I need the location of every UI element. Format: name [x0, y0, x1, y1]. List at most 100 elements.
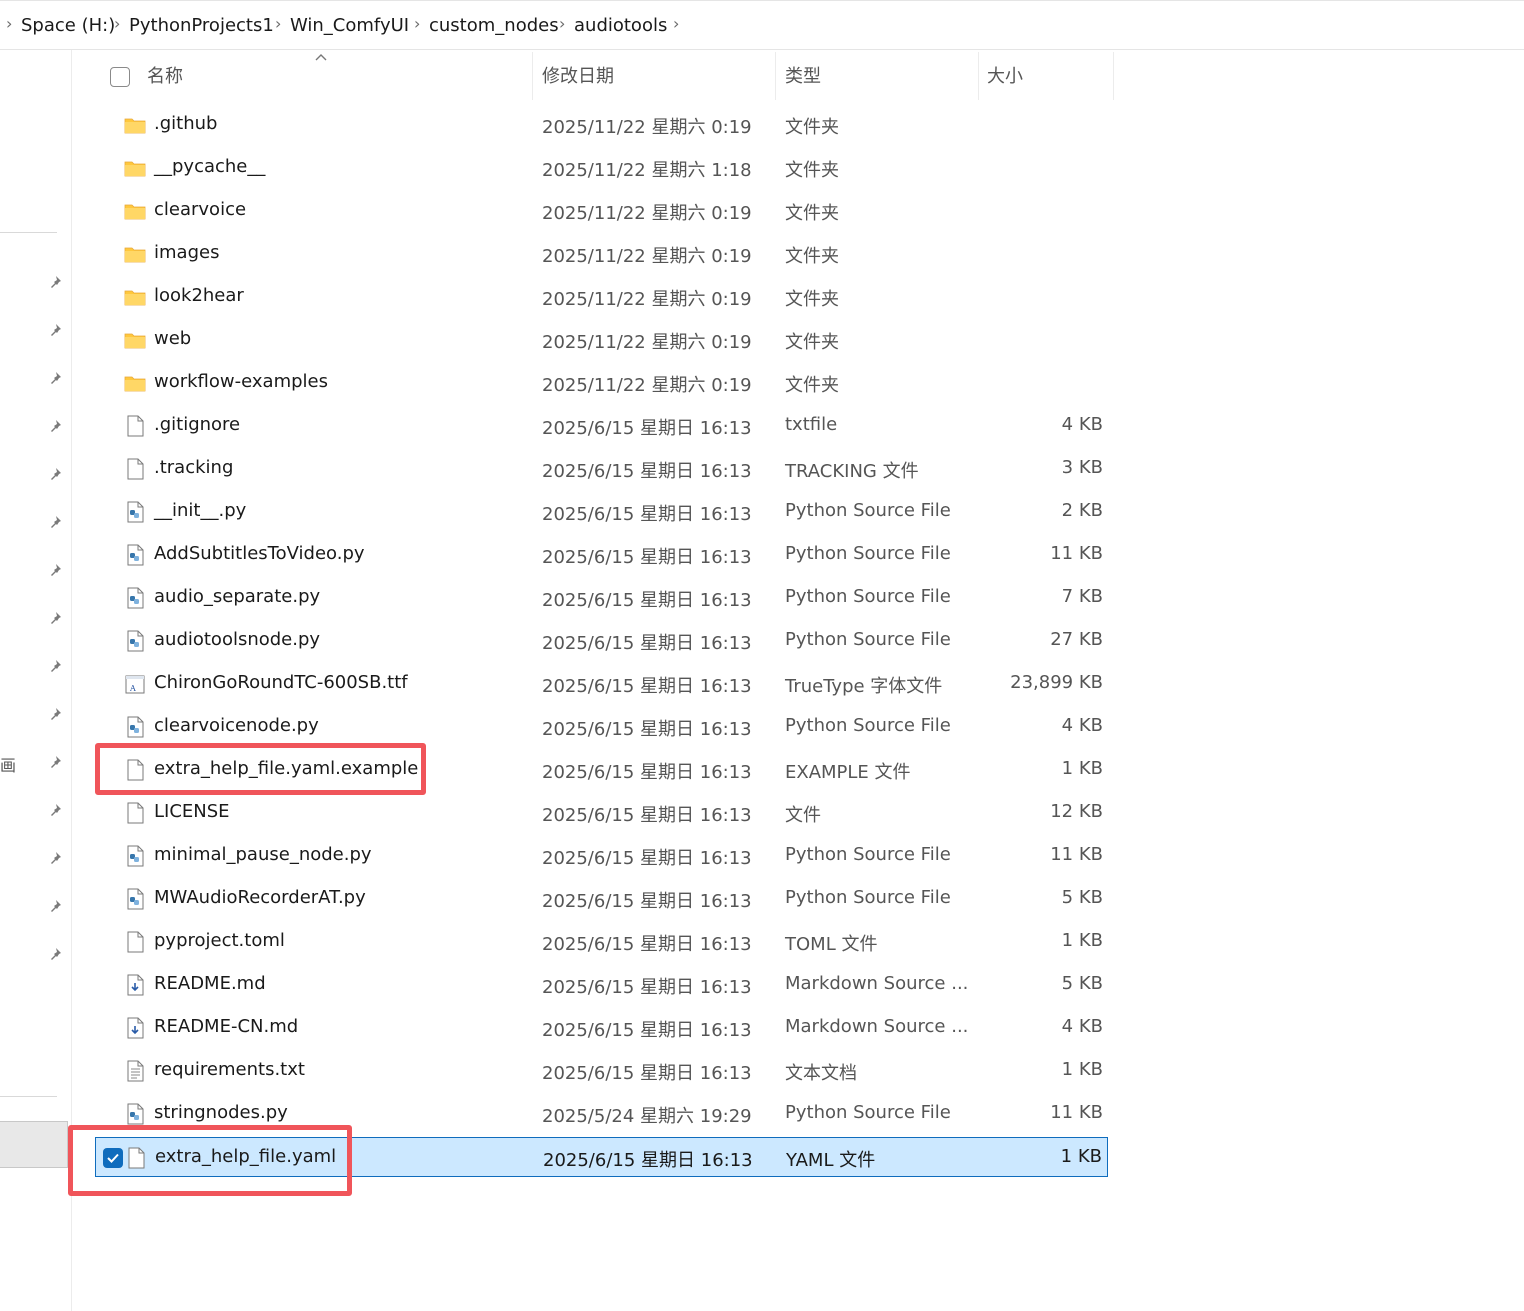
python-file-icon [124, 544, 146, 566]
pin-icon[interactable] [48, 274, 62, 288]
file-size: 23,899 KB [1010, 672, 1103, 693]
nav-divider [0, 1096, 57, 1097]
breadcrumb-item-custom-nodes[interactable]: custom_nodes [429, 15, 559, 36]
file-date-modified: 2025/6/15 星期日 16:13 [542, 805, 752, 826]
file-row[interactable]: look2hear 2025/11/22 星期六 0:19 文件夹 [95, 277, 1108, 317]
column-divider[interactable] [532, 52, 533, 100]
column-divider[interactable] [978, 52, 979, 100]
file-date-modified: 2025/6/15 星期日 16:13 [542, 1020, 752, 1041]
file-date-modified: 2025/6/15 星期日 16:13 [542, 633, 752, 654]
file-row[interactable]: AddSubtitlesToVideo.py 2025/6/15 星期日 16:1… [95, 535, 1108, 575]
file-type: Python Source File [785, 500, 951, 521]
folder-icon [124, 157, 146, 179]
breadcrumb-item-audiotools[interactable]: audiotools [574, 15, 667, 36]
file-size: 12 KB [1050, 801, 1103, 822]
file-row[interactable]: minimal_pause_node.py 2025/6/15 星期日 16:13… [95, 836, 1108, 876]
file-name: pyproject.toml [154, 930, 285, 951]
nav-item-selected[interactable] [0, 1121, 68, 1168]
breadcrumb-item-drive[interactable]: Space (H:) [21, 15, 115, 36]
file-row[interactable]: pyproject.toml 2025/6/15 星期日 16:13 TOML 文件… [95, 922, 1108, 962]
file-row[interactable]: web 2025/11/22 星期六 0:19 文件夹 [95, 320, 1108, 360]
pin-icon[interactable] [48, 946, 62, 960]
file-name: .github [154, 113, 218, 134]
pin-icon[interactable] [48, 754, 62, 768]
file-name: README.md [154, 973, 266, 994]
file-row[interactable]: README-CN.md 2025/6/15 星期日 16:13 Markdown … [95, 1008, 1108, 1048]
file-row[interactable]: A ChironGoRoundTC-600SB.ttf 2025/6/15 星期日 … [95, 664, 1108, 704]
file-date-modified: 2025/6/15 星期日 16:13 [542, 590, 752, 611]
file-date-modified: 2025/11/22 星期六 1:18 [542, 160, 752, 181]
file-type: 文件夹 [785, 203, 839, 224]
file-size: 11 KB [1050, 1102, 1103, 1123]
file-icon [124, 458, 146, 480]
file-type: Python Source File [785, 543, 951, 564]
file-size: 2 KB [1061, 500, 1103, 521]
pin-icon[interactable] [48, 850, 62, 864]
column-divider[interactable] [1113, 52, 1114, 100]
nav-item-label[interactable]: 画 [0, 752, 16, 776]
file-row[interactable]: workflow-examples 2025/11/22 星期六 0:19 文件夹 [95, 363, 1108, 403]
chevron-right-icon[interactable]: › [114, 14, 120, 33]
file-row[interactable]: .github 2025/11/22 星期六 0:19 文件夹 [95, 105, 1108, 145]
pin-icon[interactable] [48, 370, 62, 384]
pin-icon[interactable] [48, 898, 62, 912]
file-row[interactable]: README.md 2025/6/15 星期日 16:13 Markdown Sou… [95, 965, 1108, 1005]
file-type: Markdown Source ... [785, 973, 969, 994]
column-header-type[interactable]: 类型 [785, 62, 821, 92]
file-type: TRACKING 文件 [785, 461, 919, 482]
file-row[interactable]: clearvoice 2025/11/22 星期六 0:19 文件夹 [95, 191, 1108, 231]
column-header-name[interactable]: 名称 [147, 62, 183, 92]
python-file-icon [124, 1103, 146, 1125]
select-all-checkbox[interactable] [110, 67, 130, 87]
pin-icon[interactable] [48, 418, 62, 432]
column-header-size[interactable]: 大小 [987, 62, 1023, 92]
breadcrumb-item-win-comfyui[interactable]: Win_ComfyUI [290, 15, 409, 36]
file-row[interactable]: MWAudioRecorderAT.py 2025/6/15 星期日 16:13 P… [95, 879, 1108, 919]
pin-icon[interactable] [48, 514, 62, 528]
file-row[interactable]: .tracking 2025/6/15 星期日 16:13 TRACKING 文件 3… [95, 449, 1108, 489]
file-row[interactable]: clearvoicenode.py 2025/6/15 星期日 16:13 Pyth… [95, 707, 1108, 747]
file-type: TrueType 字体文件 [785, 676, 943, 697]
pin-icon[interactable] [48, 802, 62, 816]
column-divider[interactable] [775, 52, 776, 100]
pin-icon[interactable] [48, 466, 62, 480]
file-type: Python Source File [785, 887, 951, 908]
file-date-modified: 2025/6/15 星期日 16:13 [542, 934, 752, 955]
file-row[interactable]: .gitignore 2025/6/15 星期日 16:13 txtfile 4 KB [95, 406, 1108, 446]
pin-icon[interactable] [48, 658, 62, 672]
file-row[interactable]: audio_separate.py 2025/6/15 星期日 16:13 Pyth… [95, 578, 1108, 618]
file-size: 5 KB [1061, 973, 1103, 994]
file-name: minimal_pause_node.py [154, 844, 372, 865]
file-row[interactable]: images 2025/11/22 星期六 0:19 文件夹 [95, 234, 1108, 274]
breadcrumb-item-pythonprojects[interactable]: PythonProjects1 [129, 15, 274, 36]
chevron-right-icon[interactable]: › [275, 14, 281, 33]
file-row[interactable]: audiotoolsnode.py 2025/6/15 星期日 16:13 Pyth… [95, 621, 1108, 661]
file-row[interactable]: LICENSE 2025/6/15 星期日 16:13 文件 12 KB [95, 793, 1108, 833]
file-date-modified: 2025/6/15 星期日 16:13 [542, 977, 752, 998]
file-row[interactable]: requirements.txt 2025/6/15 星期日 16:13 文本文档 1… [95, 1051, 1108, 1091]
pin-icon[interactable] [48, 562, 62, 576]
chevron-right-icon[interactable]: › [6, 14, 12, 33]
file-row[interactable]: __pycache__ 2025/11/22 星期六 1:18 文件夹 [95, 148, 1108, 188]
file-name: LICENSE [154, 801, 230, 822]
column-header-date[interactable]: 修改日期 [542, 62, 614, 92]
file-date-modified: 2025/6/15 星期日 16:13 [542, 848, 752, 869]
chevron-right-icon[interactable]: › [673, 14, 679, 33]
chevron-right-icon[interactable]: › [414, 14, 420, 33]
file-icon [124, 415, 146, 437]
file-type: TOML 文件 [785, 934, 878, 955]
python-file-icon [124, 630, 146, 652]
file-row[interactable]: __init__.py 2025/6/15 星期日 16:13 Python Sou… [95, 492, 1108, 532]
pin-icon[interactable] [48, 322, 62, 336]
file-date-modified: 2025/6/15 星期日 16:13 [542, 719, 752, 740]
pin-icon[interactable] [48, 706, 62, 720]
file-type: 文件夹 [785, 246, 839, 267]
file-date-modified: 2025/6/15 星期日 16:13 [542, 762, 752, 783]
file-size: 27 KB [1050, 629, 1103, 650]
file-size: 7 KB [1061, 586, 1103, 607]
pin-icon[interactable] [48, 610, 62, 624]
file-date-modified: 2025/6/15 星期日 16:13 [542, 504, 752, 525]
file-date-modified: 2025/6/15 星期日 16:13 [542, 547, 752, 568]
chevron-right-icon[interactable]: › [559, 14, 565, 33]
file-type: YAML 文件 [786, 1150, 876, 1171]
